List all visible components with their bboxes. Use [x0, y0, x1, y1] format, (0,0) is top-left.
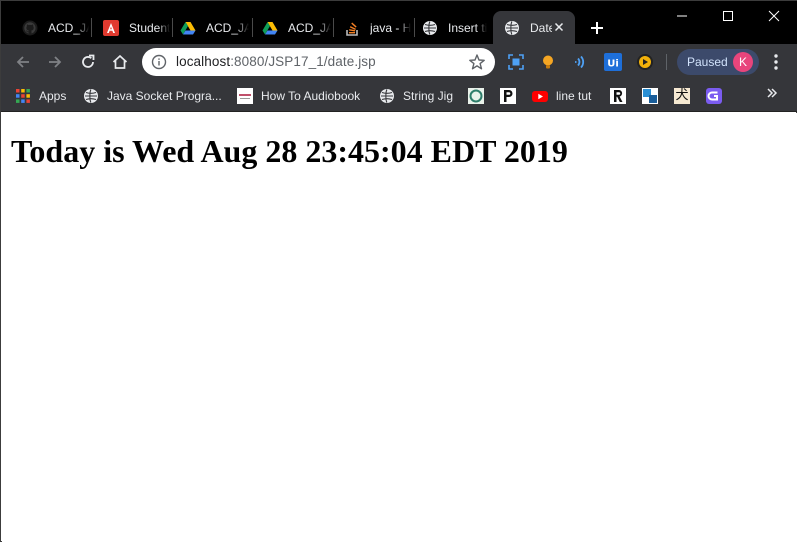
bookmark-circle-logo[interactable]: [468, 86, 492, 106]
circle-logo-icon: [468, 88, 484, 104]
close-tab-icon[interactable]: [551, 19, 567, 35]
home-button[interactable]: [106, 48, 134, 76]
tab-strip: ACD_JA Student ACD_JA ACD_JA: [1, 1, 797, 44]
tab-label: Student: [129, 20, 170, 35]
more-vert-icon: [774, 54, 778, 70]
globe-icon: [504, 20, 520, 36]
address-bar[interactable]: localhost:8080/JSP17_1/date.jsp: [142, 48, 495, 76]
url-text: localhost:8080/JSP17_1/date.jsp: [176, 54, 376, 69]
svg-text:Ui: Ui: [607, 59, 619, 70]
globe-icon: [379, 88, 395, 104]
tab-student[interactable]: Student: [92, 11, 170, 44]
toolbar-divider: [666, 54, 667, 70]
purple-logo-icon: [706, 88, 722, 104]
page-content: Today is Wed Aug 28 23:45:04 EDT 2019: [2, 113, 797, 542]
profile-status-label: Paused: [687, 55, 728, 69]
bookmark-blue-square[interactable]: [642, 86, 666, 106]
bookmark-how-to-audiobook[interactable]: How To Audiobook: [237, 86, 360, 106]
globe-icon: [83, 88, 99, 104]
url-host: localhost: [176, 54, 231, 69]
read-aloud-extension-icon[interactable]: [571, 53, 589, 71]
browser-toolbar: localhost:8080/JSP17_1/date.jsp Ui Pause…: [1, 44, 797, 80]
bookmark-apps[interactable]: Apps: [15, 86, 66, 106]
tab-acd-ja-drive-2[interactable]: ACD_JA: [251, 11, 331, 44]
screen-capture-extension-icon[interactable]: [507, 53, 525, 71]
bookmark-java-socket[interactable]: Java Socket Progra...: [83, 86, 222, 106]
tab-label: Insert ti: [448, 20, 488, 35]
close-window-button[interactable]: [751, 1, 797, 31]
red-a-icon: [103, 19, 119, 36]
google-drive-icon: [180, 20, 196, 36]
tab-acd-ja-github[interactable]: ACD_JA: [11, 11, 89, 44]
bookmark-string-jig[interactable]: String Jig: [379, 86, 453, 106]
bookmark-line-tut[interactable]: line tut: [532, 86, 591, 106]
tab-label: ACD_JA: [206, 20, 249, 35]
close-icon: [768, 10, 780, 22]
p-logo-icon: [500, 88, 516, 104]
google-drive-icon: [262, 20, 278, 36]
bookmarks-overflow-button[interactable]: [766, 86, 778, 102]
reload-button[interactable]: [74, 48, 102, 76]
minimize-icon: [677, 15, 687, 17]
home-icon: [112, 54, 128, 69]
bookmark-label: String Jig: [403, 89, 454, 103]
tab-date-active[interactable]: Date: [493, 11, 575, 44]
minimize-button[interactable]: [659, 1, 705, 31]
plus-icon: [591, 22, 603, 34]
forward-button[interactable]: [41, 48, 69, 76]
r-logo-icon: [610, 88, 626, 104]
tab-java-stackoverflow[interactable]: java - H: [333, 11, 413, 44]
bookmark-purple-logo[interactable]: [706, 86, 730, 106]
kanji-icon: 犬: [674, 88, 690, 104]
bookmark-label: line tut: [556, 89, 592, 103]
back-button[interactable]: [9, 48, 37, 76]
lightbulb-extension-icon[interactable]: [539, 53, 557, 71]
media-extension-icon[interactable]: [636, 53, 654, 71]
tab-acd-ja-drive-1[interactable]: ACD_JA: [169, 11, 249, 44]
globe-icon: [422, 20, 438, 36]
tab-label: Date: [530, 20, 552, 35]
bookmark-label: Java Socket Progra...: [107, 89, 222, 103]
url-path: :8080/JSP17_1/date.jsp: [230, 54, 376, 69]
arrow-left-icon: [16, 56, 29, 68]
bookmark-star-icon[interactable]: [468, 53, 486, 71]
bookmark-p-logo[interactable]: [500, 86, 524, 106]
browser-window: ACD_JA Student ACD_JA ACD_JA: [0, 0, 797, 542]
info-icon[interactable]: [151, 54, 167, 70]
tab-label: java - H: [370, 20, 412, 35]
github-icon: [22, 20, 38, 36]
tab-label: ACD_JA: [288, 20, 331, 35]
arrow-right-icon: [49, 56, 62, 68]
bookmarks-bar: Apps Java Socket Progra... How To Audiob…: [1, 80, 797, 112]
apps-grid-icon: [15, 88, 31, 104]
ui-extension-icon[interactable]: Ui: [604, 53, 622, 71]
maximize-icon: [723, 11, 733, 21]
youtube-icon: [532, 88, 548, 104]
avatar: K: [733, 52, 753, 72]
stackoverflow-icon: [344, 20, 360, 36]
audiobook-thumbnail-icon: [237, 88, 253, 104]
profile-paused-button[interactable]: Paused K: [677, 49, 759, 75]
tab-label: ACD_JA: [48, 20, 89, 35]
page-title: Today is Wed Aug 28 23:45:04 EDT 2019: [11, 133, 568, 169]
bookmark-label: Apps: [39, 89, 67, 103]
browser-menu-button[interactable]: [767, 52, 785, 72]
bookmark-kanji[interactable]: 犬: [674, 86, 698, 106]
tab-insert[interactable]: Insert ti: [411, 11, 491, 44]
bookmark-label: How To Audiobook: [261, 89, 361, 103]
new-tab-button[interactable]: [586, 17, 608, 39]
blue-square-icon: [642, 88, 658, 104]
reload-icon: [82, 54, 95, 68]
maximize-button[interactable]: [705, 1, 751, 31]
double-chevron-right-icon: [767, 88, 778, 98]
bookmark-r-logo[interactable]: [610, 86, 634, 106]
